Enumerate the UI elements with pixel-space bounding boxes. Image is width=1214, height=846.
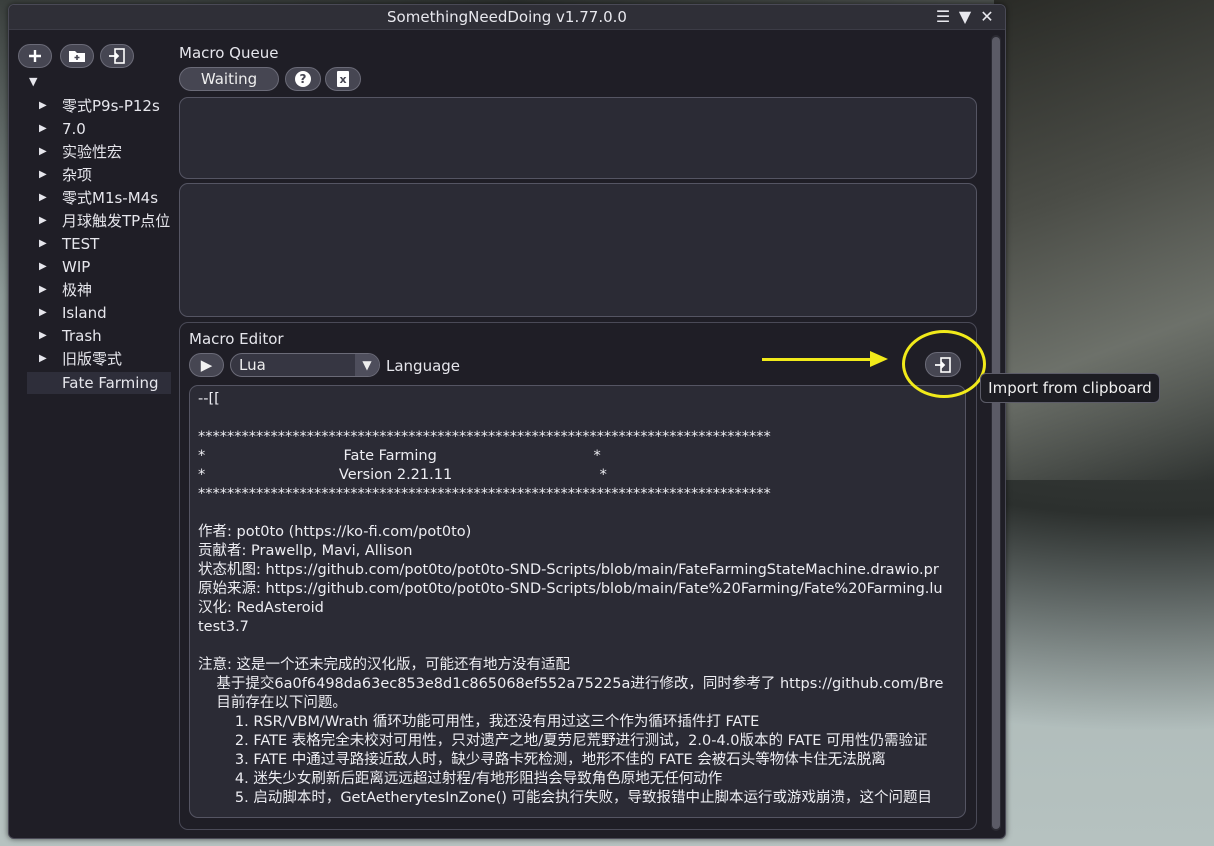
code-line: --[[ [198, 391, 220, 407]
tree-folder[interactable]: ▶ 7.0 [27, 118, 187, 140]
tree-item-label: 极神 [62, 281, 93, 299]
tree-item-label: WIP [62, 258, 91, 276]
tree-item-label: TEST [62, 235, 100, 253]
close-icon[interactable]: ✕ [979, 7, 995, 26]
tree-folder[interactable]: ▶ 极神 [27, 279, 187, 301]
expand-arrow-icon: ▶ [39, 192, 47, 203]
code-line: 作者: pot0to (https://ko-fi.com/pot0to) [198, 524, 472, 540]
add-folder-icon [69, 51, 85, 62]
code-line: 1. RSR/VBM/Wrath 循环功能可用性，我还没有用过这三个作为循环插件… [198, 714, 760, 730]
window-title: SomethingNeedDoing v1.77.0.0 [387, 8, 627, 26]
expand-arrow-icon: ▶ [39, 261, 47, 272]
add-folder-button[interactable] [60, 44, 94, 68]
title-bar[interactable]: SomethingNeedDoing v1.77.0.0 ☰ ▼ ✕ [9, 5, 1005, 30]
import-button[interactable] [100, 44, 134, 68]
chevron-down-icon: ▼ [355, 354, 379, 376]
tree-item-label: 旧版零式 [62, 350, 123, 368]
scrollbar-thumb[interactable] [992, 37, 1000, 829]
expand-arrow-icon: ▶ [39, 169, 47, 180]
root-expand-arrow[interactable]: ▼ [29, 75, 37, 88]
tree-folder[interactable]: ▶ TEST [27, 233, 187, 255]
help-button[interactable]: ? [285, 67, 321, 91]
code-line: 汉化: RedAsteroid [198, 600, 324, 616]
macro-editor-heading: Macro Editor [189, 330, 284, 348]
code-line: 注意: 这是一个还未完成的汉化版，可能还有地方没有适配 [198, 657, 570, 673]
play-icon: ▶ [200, 356, 213, 374]
code-line: 原始来源: https://github.com/pot0to/pot0to-S… [198, 581, 943, 597]
tree-folder[interactable]: ▶ Island [27, 302, 187, 324]
clear-queue-button[interactable]: x [325, 67, 361, 91]
language-dropdown[interactable]: Lua ▼ [230, 353, 380, 377]
tree-item-label: 月球触发TP点位 [62, 212, 171, 230]
tree-folder[interactable]: ▶ WIP [27, 256, 187, 278]
expand-arrow-icon: ▶ [39, 123, 47, 134]
code-line: 2. FATE 表格完全未校对可用性，只对遗产之地/夏劳尼荒野进行测试，2.0-… [198, 733, 928, 749]
expand-arrow-icon: ▶ [39, 353, 47, 364]
expand-arrow-icon: ▶ [39, 215, 47, 226]
code-line: 贡献者: Prawellp, Mavi, Allison [198, 543, 413, 559]
annotation-arrow-head [870, 351, 888, 367]
language-label: Language [386, 357, 461, 375]
tree-folder[interactable]: ▶ 零式M1s-M4s [27, 187, 187, 209]
tree-item-label: 杂项 [62, 166, 93, 184]
import-tooltip: Import from clipboard [980, 373, 1160, 403]
menu-icon[interactable]: ☰ [935, 7, 951, 26]
tree-item-label: Trash [62, 327, 102, 345]
expand-arrow-icon: ▶ [39, 238, 47, 249]
code-line: 5. 启动脚本时，GetAetherytesInZone() 可能会执行失败，导… [198, 790, 933, 806]
collapse-icon[interactable]: ▼ [957, 7, 973, 26]
code-line: 4. 迷失少女刷新后距离远远超过射程/有地形阻挡会导致角色原地无任何动作 [198, 771, 723, 787]
clear-file-icon: x [337, 71, 349, 87]
expand-arrow-icon: ▶ [39, 330, 47, 341]
queue-state-button[interactable]: Waiting [179, 67, 279, 91]
code-line: 状态机图: https://github.com/pot0to/pot0to-S… [198, 562, 939, 578]
tree-folder[interactable]: ▶ 杂项 [27, 164, 187, 186]
code-line: 3. FATE 中通过寻路接近敌人时，缺少寻路卡死检测，地形不佳的 FATE 会… [198, 752, 886, 768]
code-editor[interactable]: --[[ ***********************************… [189, 385, 966, 818]
queued-macros-list[interactable] [179, 183, 977, 317]
import-icon [109, 48, 125, 64]
tree-folder[interactable]: ▶ Trash [27, 325, 187, 347]
tree-folder[interactable]: ▶ 月球触发TP点位 [27, 210, 187, 232]
code-line: 基于提交6a0f6498da63ec853e8d1c865068ef552a75… [198, 676, 944, 692]
tree-item-label: Fate Farming [62, 374, 159, 392]
background-scenery [994, 0, 1214, 480]
macro-window: SomethingNeedDoing v1.77.0.0 ☰ ▼ ✕ ▼ ▶ 零式… [8, 4, 1006, 839]
code-line: ****************************************… [198, 429, 771, 445]
expand-arrow-icon: ▶ [39, 284, 47, 295]
tree-folder[interactable]: ▶ 旧版零式 [27, 348, 187, 370]
code-line: * Version 2.21.11 * [198, 467, 607, 483]
annotation-highlight-circle [902, 330, 986, 398]
macro-queue-heading: Macro Queue [179, 44, 279, 62]
language-value: Lua [239, 356, 266, 374]
tree-item-label: 7.0 [62, 120, 86, 138]
running-macros-list[interactable] [179, 97, 977, 179]
tree-folder[interactable]: ▶ 实验性宏 [27, 141, 187, 163]
tree-item-selected[interactable]: Fate Farming [27, 372, 171, 394]
code-line: * Fate Farming * [198, 448, 601, 464]
tree-item-label: 零式M1s-M4s [62, 189, 159, 207]
tree-folder[interactable]: ▶ 零式P9s-P12s [27, 95, 187, 117]
add-macro-icon [29, 50, 41, 62]
add-macro-button[interactable] [18, 44, 52, 68]
window-scrollbar[interactable] [991, 35, 1001, 831]
code-line: ****************************************… [198, 486, 771, 502]
code-line: test3.7 [198, 619, 249, 635]
tree-item-label: 零式P9s-P12s [62, 97, 160, 115]
expand-arrow-icon: ▶ [39, 307, 47, 318]
help-icon: ? [295, 71, 311, 87]
expand-arrow-icon: ▶ [39, 100, 47, 111]
tree-item-label: 实验性宏 [62, 143, 123, 161]
code-line: 目前存在以下问题。 [198, 695, 347, 711]
expand-arrow-icon: ▶ [39, 146, 47, 157]
run-macro-button[interactable]: ▶ [189, 353, 224, 377]
tree-item-label: Island [62, 304, 107, 322]
annotation-arrow-shaft [762, 358, 874, 361]
